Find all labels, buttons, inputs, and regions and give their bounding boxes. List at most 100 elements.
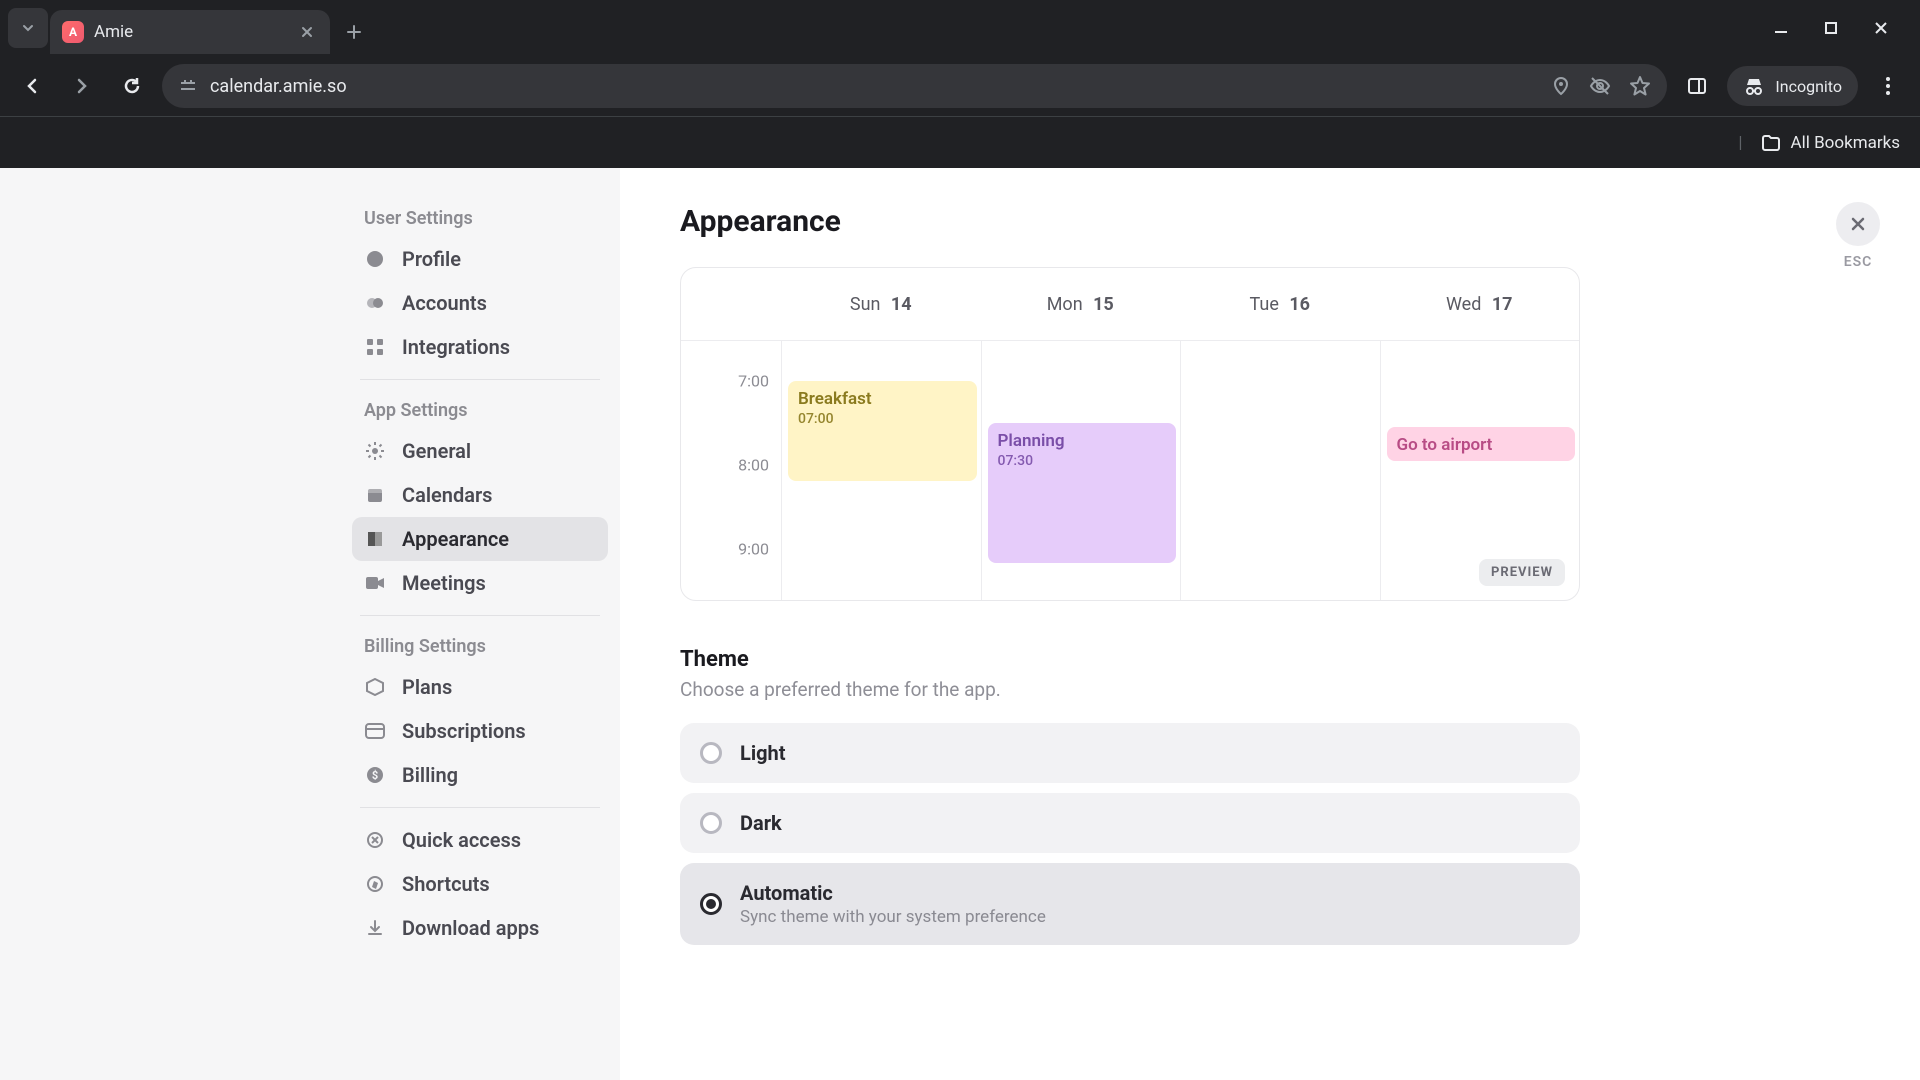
sidebar-item-label: Calendars: [402, 483, 492, 507]
all-bookmarks-button[interactable]: All Bookmarks: [1761, 133, 1900, 153]
sidebar-item-accounts[interactable]: Accounts: [352, 281, 608, 325]
sidebar-item-label: Meetings: [402, 571, 486, 595]
bookmark-star-icon[interactable]: [1629, 75, 1651, 97]
preview-time-label: 9:00: [738, 540, 769, 559]
window-close-button[interactable]: [1870, 17, 1892, 39]
sidebar-item-shortcuts[interactable]: Shortcuts: [352, 862, 608, 906]
preview-event: Go to airport: [1387, 427, 1576, 461]
sidebar-item-label: Shortcuts: [402, 872, 490, 896]
sidebar-section-label: Billing Settings: [352, 626, 608, 665]
close-area: ESC: [1836, 202, 1880, 270]
amie-favicon-icon: A: [62, 21, 84, 43]
sidebar-item-appearance[interactable]: Appearance: [352, 517, 608, 561]
window-minimize-button[interactable]: [1770, 17, 1792, 39]
nav-reload-button[interactable]: [112, 66, 152, 106]
theme-options: Light Dark AutomaticSync theme with your s…: [680, 723, 1580, 945]
svg-text:$: $: [372, 769, 378, 782]
tab-close-button[interactable]: [296, 21, 318, 43]
theme-section-title: Theme: [680, 647, 1880, 672]
new-tab-button[interactable]: [336, 14, 372, 50]
theme-section-desc: Choose a preferred theme for the app.: [680, 678, 1880, 701]
sidebar-item-billing[interactable]: $ Billing: [352, 753, 608, 797]
sidebar-item-label: Accounts: [402, 291, 487, 315]
quick-icon: [364, 829, 386, 851]
bookmarks-bar: | All Bookmarks: [0, 116, 1920, 168]
sidebar-item-label: Billing: [402, 763, 458, 787]
sidebar-item-calendars[interactable]: Calendars: [352, 473, 608, 517]
nav-forward-button[interactable]: [62, 66, 102, 106]
divider: [360, 379, 600, 380]
incognito-chip[interactable]: Incognito: [1727, 66, 1858, 106]
location-icon[interactable]: [1551, 76, 1571, 96]
page-title: Appearance: [680, 204, 1880, 239]
calendar-preview: Sun 14Mon 15Tue 16Wed 17 7:00 8:00 9:00 Br…: [680, 267, 1580, 601]
integrations-icon: [364, 336, 386, 358]
app: User Settings Profile Accounts Integrations…: [0, 168, 1920, 1080]
sidebar-item-quick[interactable]: Quick access: [352, 818, 608, 862]
incognito-label: Incognito: [1775, 77, 1842, 96]
profile-icon: [364, 248, 386, 270]
sidebar-item-label: Download apps: [402, 916, 539, 940]
preview-day-column: [1180, 341, 1380, 600]
preview-event: Planning07:30: [988, 423, 1177, 563]
sidebar-item-label: General: [402, 439, 471, 463]
browser-menu-button[interactable]: [1868, 66, 1908, 106]
theme-option-dark[interactable]: Dark: [680, 793, 1580, 853]
sidebar-section-label: App Settings: [352, 390, 608, 429]
sidebar-left-gutter: [0, 168, 340, 1080]
preview-grid: 7:00 8:00 9:00 Breakfast07:00Planning07:30…: [681, 340, 1579, 600]
esc-label: ESC: [1844, 254, 1873, 270]
preview-time-label: 7:00: [738, 372, 769, 391]
accounts-icon: [364, 292, 386, 314]
theme-option-label: Light: [740, 741, 786, 765]
preview-day-header: Wed 17: [1380, 294, 1580, 315]
settings-sidebar: User Settings Profile Accounts Integrations…: [340, 168, 620, 1080]
theme-option-auto[interactable]: AutomaticSync theme with your system pre…: [680, 863, 1580, 945]
eye-off-icon[interactable]: [1589, 75, 1611, 97]
sidebar-item-label: Subscriptions: [402, 719, 526, 743]
download-icon: [364, 917, 386, 939]
sidebar-item-profile[interactable]: Profile: [352, 237, 608, 281]
preview-time-column: 7:00 8:00 9:00: [681, 341, 781, 600]
sidebar-item-label: Integrations: [402, 335, 510, 359]
side-panel-button[interactable]: [1677, 66, 1717, 106]
preview-day-column: Breakfast07:00: [781, 341, 981, 600]
divider: [360, 807, 600, 808]
divider: |: [1738, 133, 1742, 153]
main-content: ESC Appearance Sun 14Mon 15Tue 16Wed 17 …: [620, 168, 1920, 1080]
folder-icon: [1761, 133, 1781, 153]
sidebar-item-plans[interactable]: Plans: [352, 665, 608, 709]
sidebar-item-integrations[interactable]: Integrations: [352, 325, 608, 369]
meetings-icon: [364, 572, 386, 594]
close-button[interactable]: [1836, 202, 1880, 246]
nav-back-button[interactable]: [12, 66, 52, 106]
address-url: calendar.amie.so: [210, 76, 347, 97]
window-maximize-button[interactable]: [1820, 17, 1842, 39]
radio-icon: [700, 812, 722, 834]
sidebar-item-label: Quick access: [402, 828, 521, 852]
billing-icon: $: [364, 764, 386, 786]
sidebar-item-download[interactable]: Download apps: [352, 906, 608, 950]
sidebar-item-subscriptions[interactable]: Subscriptions: [352, 709, 608, 753]
address-bar[interactable]: calendar.amie.so: [162, 64, 1667, 108]
browser-toolbar: calendar.amie.so Incognito: [0, 56, 1920, 116]
incognito-icon: [1743, 75, 1765, 97]
theme-option-light[interactable]: Light: [680, 723, 1580, 783]
general-icon: [364, 440, 386, 462]
browser-tab[interactable]: A Amie: [50, 10, 330, 54]
radio-icon: [700, 893, 722, 915]
tab-search-button[interactable]: [8, 8, 48, 48]
preview-time-label: 8:00: [738, 456, 769, 475]
appearance-icon: [364, 528, 386, 550]
sidebar-item-meetings[interactable]: Meetings: [352, 561, 608, 605]
preview-day-headers: Sun 14Mon 15Tue 16Wed 17: [681, 268, 1579, 340]
site-info-icon[interactable]: [178, 76, 198, 96]
sidebar-section-label: User Settings: [352, 198, 608, 237]
window-controls: [1770, 8, 1912, 48]
radio-icon: [700, 742, 722, 764]
sidebar-item-label: Profile: [402, 247, 461, 271]
shortcuts-icon: [364, 873, 386, 895]
sidebar-item-general[interactable]: General: [352, 429, 608, 473]
preview-day-header: Mon 15: [981, 294, 1181, 315]
calendars-icon: [364, 484, 386, 506]
